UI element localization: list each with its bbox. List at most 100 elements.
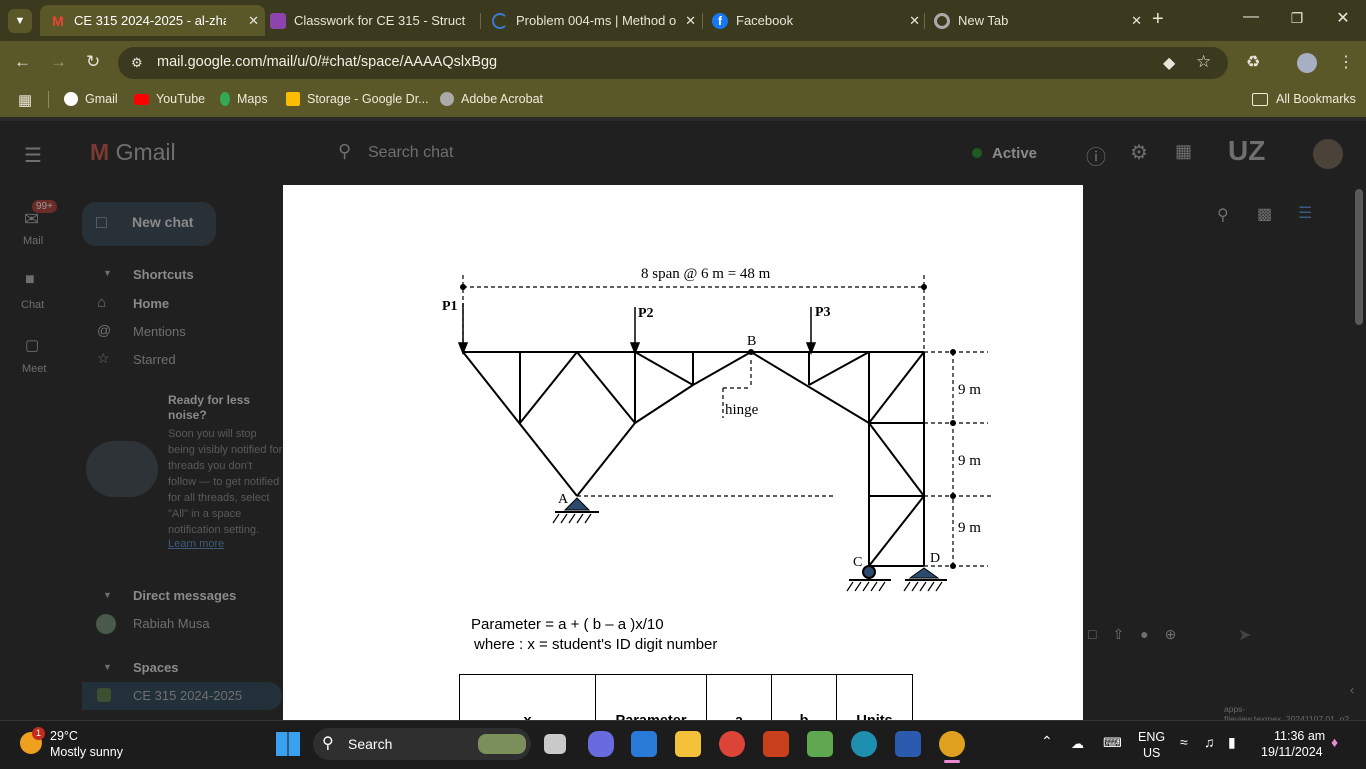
word-icon[interactable] — [895, 731, 921, 757]
new-tab-button[interactable]: + — [1152, 8, 1164, 31]
shortcut-mentions[interactable]: Mentions — [133, 324, 186, 339]
new-chat-icon: □ — [96, 212, 107, 232]
url-text[interactable]: mail.google.com/mail/u/0/#chat/space/AAA… — [157, 54, 497, 70]
notepad-app-icon[interactable] — [807, 731, 833, 757]
profile-avatar[interactable] — [1297, 53, 1317, 73]
acrobat-icon — [440, 92, 454, 106]
store-icon[interactable] — [631, 731, 657, 757]
close-tab-icon[interactable]: ✕ — [909, 13, 920, 29]
back-icon[interactable]: ← — [14, 52, 31, 72]
rail-meet-label[interactable]: Meet — [22, 363, 46, 375]
wifi-icon[interactable]: ≈ — [1180, 734, 1188, 750]
close-tab-icon[interactable]: ✕ — [1131, 13, 1142, 29]
chat-search-icon[interactable]: ⚲ — [1217, 205, 1229, 225]
keyboard-icon[interactable]: ⌨ — [1103, 735, 1122, 751]
tab-new[interactable]: New Tab ✕ — [928, 5, 1148, 36]
gmail-m-icon: M — [90, 139, 110, 165]
bookmark-youtube[interactable]: YouTube — [134, 92, 205, 106]
bookmark-gmail[interactable]: Gmail — [64, 92, 118, 106]
close-tab-icon[interactable]: ✕ — [685, 13, 696, 29]
show-hidden-icons[interactable]: ⌃ — [1041, 733, 1053, 750]
file-explorer-icon[interactable] — [675, 731, 701, 757]
collapse-dm-icon[interactable]: ▼ — [103, 590, 112, 600]
task-view-icon[interactable] — [544, 734, 566, 754]
bookmark-drive[interactable]: Storage - Google Dr... — [286, 92, 429, 106]
google-icon — [64, 92, 78, 106]
scrollbar[interactable] — [1355, 189, 1363, 325]
shortcut-home[interactable]: Home — [133, 296, 169, 311]
rail-chat-label[interactable]: Chat — [21, 299, 44, 311]
classroom-icon — [270, 12, 286, 29]
shortcuts-header: Shortcuts — [133, 267, 194, 282]
dm-contact[interactable]: Rabiah Musa — [133, 616, 210, 631]
promo-learn-more[interactable]: Learn more — [168, 538, 224, 550]
height-label-top: 9 m — [958, 382, 981, 398]
search-input[interactable]: Search chat — [368, 144, 453, 162]
tab-facebook[interactable]: f Facebook ✕ — [706, 5, 926, 36]
extensions-icon[interactable]: ♻ — [1246, 52, 1260, 72]
bookmark-acrobat[interactable]: Adobe Acrobat — [440, 92, 543, 106]
copilot-icon[interactable] — [588, 731, 614, 757]
clock-date[interactable]: 19/11/2024 — [1261, 745, 1323, 759]
tab-search-button[interactable]: ▼ — [8, 9, 32, 33]
volume-icon[interactable]: ♫ — [1204, 734, 1215, 750]
collapse-spaces-icon[interactable]: ▼ — [103, 662, 112, 672]
load-arrows — [457, 303, 817, 356]
tab-classroom[interactable]: Classwork for CE 315 - Struct — [262, 5, 482, 36]
apps-grid-icon[interactable]: ▦ — [18, 91, 32, 109]
pop-out-icon[interactable]: ▩ — [1257, 204, 1272, 224]
tab-chat[interactable]: M CE 315 2024-2025 - al-zhada ✕ — [40, 5, 265, 36]
onedrive-icon[interactable]: ☁ — [1071, 736, 1084, 752]
search-highlight-image — [478, 734, 526, 754]
notification-bell-icon[interactable]: ♦ — [1331, 734, 1338, 750]
mentions-icon: @ — [97, 322, 112, 338]
all-bookmarks[interactable]: All Bookmarks — [1252, 92, 1356, 106]
chrome-icon — [934, 12, 950, 29]
threads-icon[interactable]: ☰ — [1298, 203, 1312, 223]
main-menu-icon[interactable]: ☰ — [24, 143, 42, 168]
collapse-shortcuts-icon[interactable]: ▼ — [103, 268, 112, 278]
bookmark-maps[interactable]: Maps — [220, 92, 268, 106]
help-icon[interactable]: ⓘ — [1086, 141, 1106, 170]
game-app-icon[interactable] — [763, 731, 789, 757]
weather-desc[interactable]: Mostly sunny — [50, 745, 123, 759]
status-selector[interactable]: Active — [992, 145, 1037, 162]
battery-icon[interactable]: ▮ — [1228, 734, 1236, 751]
compose-toolbar-icons: □⇧●⊕ — [1088, 626, 1193, 642]
node-b-label: B — [747, 334, 756, 349]
install-icon[interactable]: ◆ — [1163, 53, 1175, 73]
settings-gear-icon[interactable]: ⚙ — [1130, 140, 1148, 165]
language-top[interactable]: ENG — [1138, 730, 1165, 744]
shortcut-starred[interactable]: Starred — [133, 352, 176, 367]
weather-temp[interactable]: 29°C — [50, 729, 78, 743]
rail-mail-label[interactable]: Mail — [23, 235, 43, 247]
language-bottom[interactable]: US — [1143, 746, 1160, 760]
collapse-panel-icon[interactable]: ‹ — [1350, 683, 1354, 697]
restore-button[interactable]: ❐ — [1274, 10, 1320, 27]
forward-icon[interactable]: → — [50, 52, 67, 72]
close-tab-icon[interactable]: ✕ — [248, 13, 259, 29]
node-c-label: C — [853, 555, 862, 570]
new-chat-label: New chat — [132, 214, 194, 230]
reload-icon[interactable]: ↻ — [86, 52, 100, 72]
taskbar-search-label: Search — [348, 736, 393, 752]
site-info-icon[interactable]: ⚙ — [131, 55, 143, 71]
send-icon[interactable]: ➤ — [1238, 625, 1251, 645]
tab-problem[interactable]: Problem 004-ms | Method o ✕ — [486, 5, 702, 36]
height-label-bottom: 9 m — [958, 520, 981, 536]
chrome-profile-icon[interactable] — [939, 731, 965, 757]
clock-time[interactable]: 11:36 am — [1274, 729, 1325, 743]
google-apps-icon[interactable]: ▦ — [1175, 141, 1192, 162]
start-icon[interactable] — [276, 732, 300, 756]
youtube-icon — [134, 93, 149, 105]
space-item-label[interactable]: CE 315 2024-2025 — [133, 688, 242, 703]
menu-icon[interactable]: ⋮ — [1338, 52, 1354, 72]
edge-icon[interactable] — [851, 731, 877, 757]
bookmark-star-icon[interactable]: ☆ — [1196, 52, 1211, 72]
chat-icon[interactable]: ■ — [25, 271, 35, 289]
minimize-button[interactable]: — — [1228, 8, 1274, 26]
meet-icon[interactable]: ▢ — [25, 336, 39, 354]
account-avatar[interactable] — [1313, 139, 1343, 169]
close-window-button[interactable]: ✕ — [1320, 8, 1366, 28]
chrome-taskbar-icon[interactable] — [719, 731, 745, 757]
